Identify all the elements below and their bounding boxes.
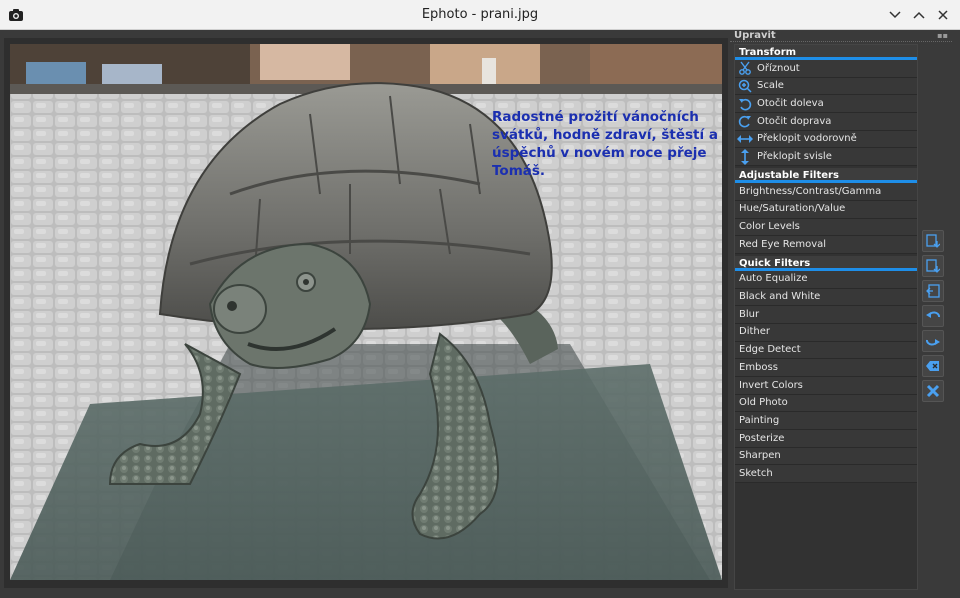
list-item[interactable]: Black and White xyxy=(735,288,917,307)
section-transform[interactable]: Transform xyxy=(735,45,917,60)
list-item[interactable]: Painting xyxy=(735,412,917,431)
filter-list: Transform Oříznout Scale Otočit doleva O… xyxy=(734,44,918,590)
panel-grip-icon[interactable]: ▪▪ xyxy=(937,30,948,41)
list-item[interactable]: Hue/Saturation/Value xyxy=(735,200,917,219)
greeting-text: Radostné prožití vánočních svátků, hodně… xyxy=(492,109,718,179)
undo-icon xyxy=(926,311,940,318)
zoom-icon xyxy=(737,78,753,94)
close-button[interactable] xyxy=(932,4,954,26)
flip-horizontal-icon xyxy=(737,131,753,147)
panel-button[interactable] xyxy=(922,280,944,302)
main-area: Radostné prožití vánočních svátků, hodně… xyxy=(0,30,960,598)
list-item-flip-vertical[interactable]: Překlopit svisle xyxy=(735,148,917,167)
export-button[interactable] xyxy=(922,255,944,277)
redo-icon xyxy=(926,339,940,346)
undo-button[interactable] xyxy=(922,305,944,327)
list-item-label: Otočit doprava xyxy=(757,115,832,127)
list-item-crop[interactable]: Oříznout xyxy=(735,60,917,78)
maximize-button[interactable] xyxy=(908,4,930,26)
list-item[interactable]: Dither xyxy=(735,323,917,342)
list-item[interactable]: Edge Detect xyxy=(735,341,917,360)
image-canvas[interactable]: Radostné prožití vánočních svátků, hodně… xyxy=(4,38,728,588)
flip-vertical-icon xyxy=(737,148,753,165)
rotate-right-icon xyxy=(737,113,753,129)
list-item-flip-horizontal[interactable]: Překlopit vodorovně xyxy=(735,130,917,149)
list-item[interactable]: Old Photo xyxy=(735,394,917,413)
list-item[interactable]: Red Eye Removal xyxy=(735,236,917,254)
list-item[interactable]: Blur xyxy=(735,306,917,324)
chevron-up-icon xyxy=(913,11,925,19)
list-item[interactable]: Brightness/Contrast/Gamma xyxy=(735,183,917,201)
window-title: Ephoto - prani.jpg xyxy=(421,7,539,22)
export-icon xyxy=(926,259,940,273)
panel-icon xyxy=(926,284,940,298)
redo-button[interactable] xyxy=(922,330,944,352)
list-item-label: Scale xyxy=(757,80,784,92)
edit-panel: Upravit ▪▪ Transform Oříznout Scale Otoč… xyxy=(730,30,952,598)
list-item[interactable]: Invert Colors xyxy=(735,377,917,395)
list-item-rotate-left[interactable]: Otočit doleva xyxy=(735,95,917,114)
panel-title: Upravit ▪▪ xyxy=(730,30,952,42)
list-item-label: Oříznout xyxy=(757,62,800,74)
list-item-scale[interactable]: Scale xyxy=(735,77,917,96)
section-quick-filters[interactable]: Quick Filters xyxy=(735,255,917,271)
chevron-down-icon xyxy=(889,11,901,19)
list-item[interactable]: Color Levels xyxy=(735,218,917,237)
clear-icon xyxy=(926,361,939,371)
clear-button[interactable] xyxy=(922,355,944,377)
scissors-icon xyxy=(737,60,753,76)
section-adjustable-filters[interactable]: Adjustable Filters xyxy=(735,168,917,184)
panel-title-label: Upravit xyxy=(734,30,776,41)
list-item-label: Překlopit svisle xyxy=(757,150,832,162)
list-item[interactable]: Auto Equalize xyxy=(735,270,917,289)
import-button[interactable] xyxy=(922,230,944,252)
list-item[interactable]: Sharpen xyxy=(735,447,917,466)
list-item-rotate-right[interactable]: Otočit doprava xyxy=(735,113,917,131)
photo[interactable]: Radostné prožití vánočních svátků, hodně… xyxy=(10,44,722,580)
title-bar: Ephoto - prani.jpg xyxy=(0,0,960,30)
import-icon xyxy=(926,234,940,248)
close-button[interactable] xyxy=(922,380,944,402)
rotate-left-icon xyxy=(737,96,753,112)
list-item-label: Překlopit vodorovně xyxy=(757,133,857,145)
close-icon xyxy=(938,10,948,20)
camera-icon xyxy=(9,9,23,21)
minimize-button[interactable] xyxy=(884,4,906,26)
tool-strip xyxy=(922,230,948,405)
list-item-label: Otočit doleva xyxy=(757,97,824,109)
close-icon xyxy=(926,384,940,398)
list-item[interactable]: Sketch xyxy=(735,465,917,484)
list-item[interactable]: Emboss xyxy=(735,359,917,377)
list-item[interactable]: Posterize xyxy=(735,430,917,448)
